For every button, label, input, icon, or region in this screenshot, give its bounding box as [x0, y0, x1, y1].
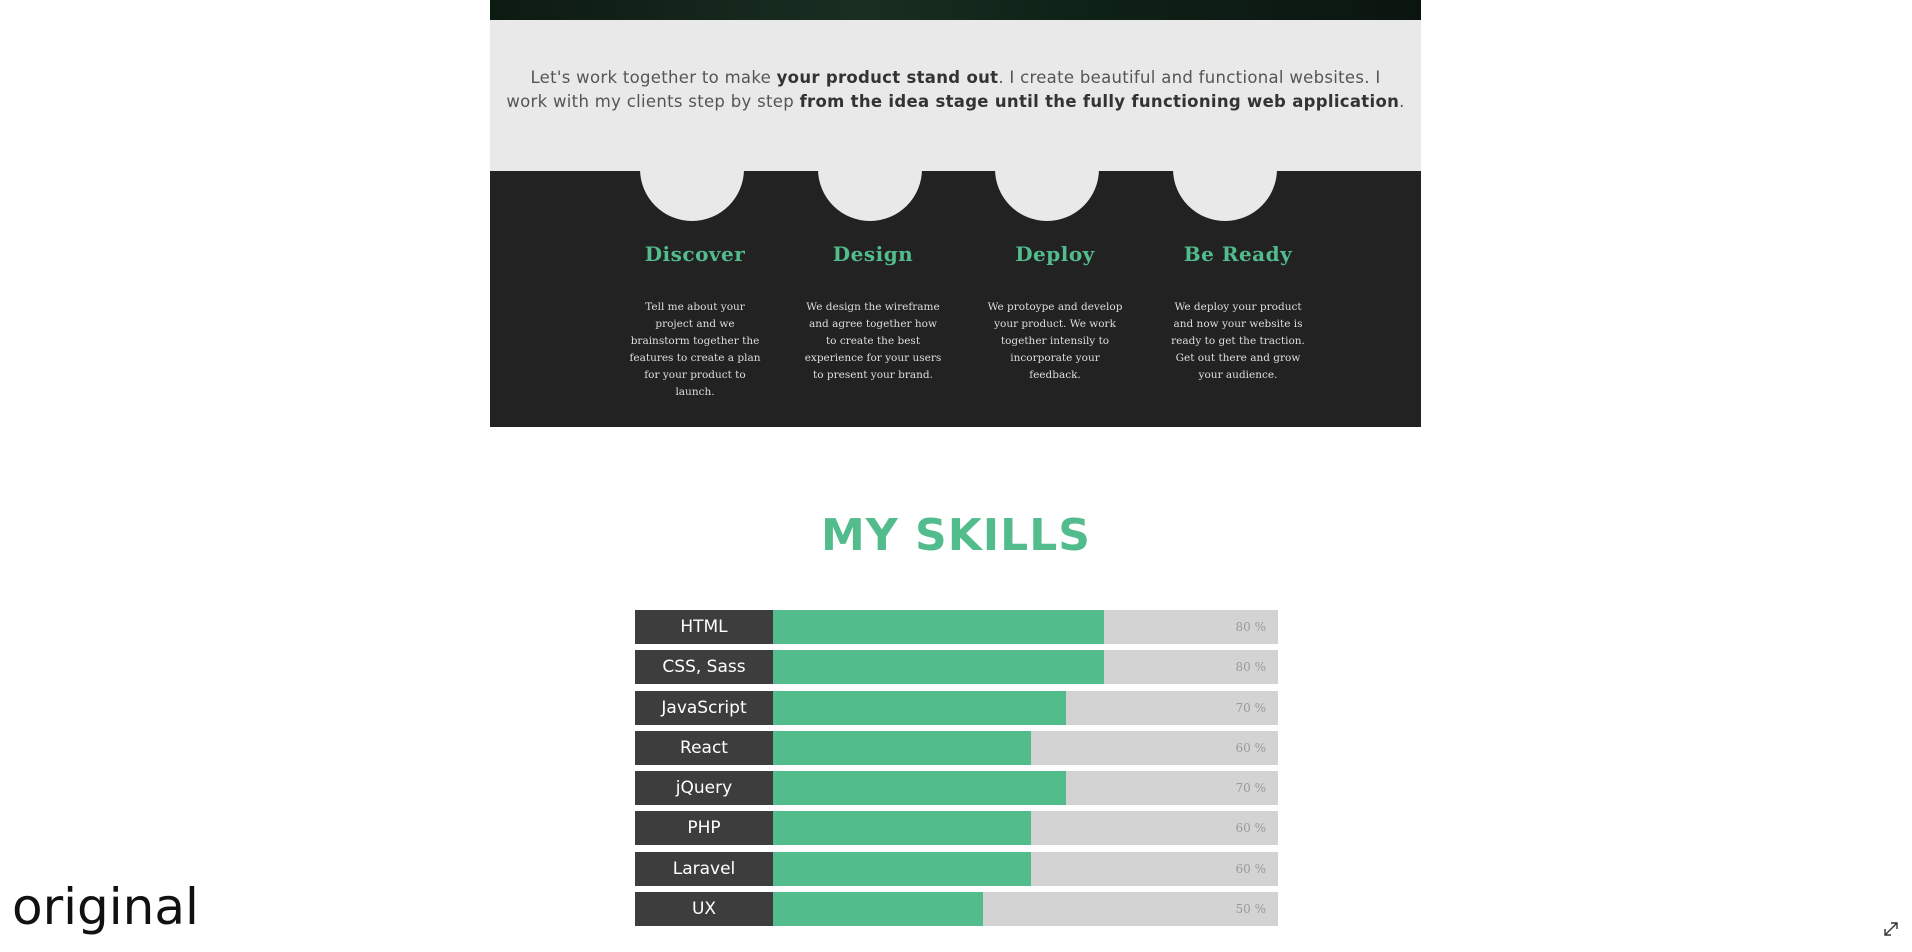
skill-label: Laravel [635, 852, 773, 886]
skill-bar: jQuery 70 % [635, 771, 1278, 805]
skill-label: JavaScript [635, 691, 773, 725]
step-circle [640, 161, 744, 221]
process-section: Discover Tell me about your project and … [490, 161, 1421, 427]
intro-line1-bold: your product stand out [776, 68, 999, 87]
skill-fill [773, 811, 1031, 845]
skill-bar: JavaScript 70 % [635, 691, 1278, 725]
skill-label: HTML [635, 610, 773, 644]
skill-bar: React 60 % [635, 731, 1278, 765]
intro-section: Let's work together to make your product… [490, 20, 1421, 171]
intro-line2-post: . [1399, 92, 1405, 111]
skill-bar: UX 50 % [635, 892, 1278, 926]
skill-percent: 60 % [1235, 741, 1267, 755]
skill-fill [773, 852, 1031, 886]
skill-fill [773, 771, 1066, 805]
caption-label: original [12, 878, 199, 936]
intro-line1-post: . I create beautiful and functional webs… [998, 68, 1381, 87]
skill-percent: 60 % [1235, 862, 1267, 876]
intro-line2-bold: from the idea stage until the fully func… [799, 92, 1400, 111]
skill-percent: 60 % [1235, 821, 1267, 835]
skill-label: PHP [635, 811, 773, 845]
step-description: Tell me about your project and we brains… [629, 301, 761, 398]
skill-fill [773, 691, 1066, 725]
skill-bar: Laravel 60 % [635, 852, 1278, 886]
skill-fill [773, 650, 1104, 684]
step-description: We design the wireframe and agree togeth… [804, 301, 942, 381]
skill-fill [773, 610, 1104, 644]
step-circle [1173, 161, 1277, 221]
expand-icon[interactable] [1882, 920, 1900, 938]
skill-fill [773, 892, 983, 926]
skill-percent: 70 % [1235, 781, 1267, 795]
skill-fill [773, 731, 1031, 765]
step-description: We deploy your product and now your webs… [1171, 301, 1305, 381]
skill-label: UX [635, 892, 773, 926]
skill-percent: 50 % [1235, 902, 1267, 916]
skill-label: jQuery [635, 771, 773, 805]
skills-title: MY SKILLS [821, 510, 1091, 561]
skill-bar: HTML 80 % [635, 610, 1278, 644]
step-title: Design [832, 242, 914, 266]
step-circle [995, 161, 1099, 221]
skill-percent: 80 % [1235, 660, 1267, 674]
step-title: Deploy [1015, 242, 1095, 266]
skill-percent: 80 % [1235, 620, 1267, 634]
intro-text: Let's work together to make your product… [490, 66, 1421, 114]
step-circle [818, 161, 922, 221]
intro-line2-pre: work with my clients step by step [506, 92, 800, 111]
step-title: Be Ready [1183, 242, 1293, 266]
skill-bar: PHP 60 % [635, 811, 1278, 845]
skill-label: CSS, Sass [635, 650, 773, 684]
step-description: We protoype and develop your product. We… [987, 301, 1123, 381]
skill-label: React [635, 731, 773, 765]
skill-bar: CSS, Sass 80 % [635, 650, 1278, 684]
intro-line1-pre: Let's work together to make [530, 68, 777, 87]
skill-percent: 70 % [1235, 701, 1267, 715]
step-title: Discover [644, 242, 746, 266]
hero-image-strip [490, 0, 1421, 21]
